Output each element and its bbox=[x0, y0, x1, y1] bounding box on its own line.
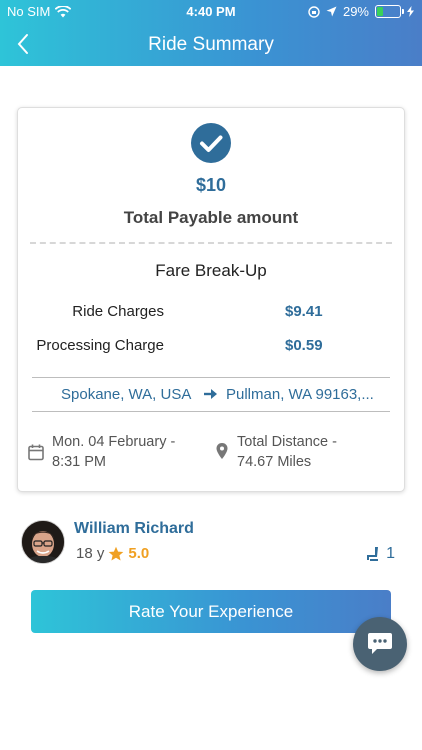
ride-summary-card: $10 Total Payable amount Fare Break-Up R… bbox=[17, 107, 405, 492]
seat-count: 1 bbox=[366, 545, 395, 563]
ride-date-line2: 8:31 PM bbox=[52, 454, 106, 470]
ride-date-line1: Mon. 04 February - bbox=[52, 434, 176, 450]
charging-bolt-icon bbox=[407, 6, 414, 17]
app-header: No SIM 4:40 PM 29% Ride Summary bbox=[0, 0, 422, 66]
rotation-lock-icon bbox=[308, 5, 320, 18]
ride-date: Mon. 04 February - 8:31 PM bbox=[52, 432, 175, 472]
driver-rating: 5.0 bbox=[128, 545, 150, 562]
fare-breakup-title: Fare Break-Up bbox=[155, 261, 267, 280]
battery-percent: 29% bbox=[342, 4, 369, 19]
total-distance-line2: 74.67 Miles bbox=[237, 454, 312, 470]
page-title: Ride Summary bbox=[148, 34, 274, 55]
total-amount: $10 bbox=[195, 175, 227, 195]
star-icon bbox=[109, 546, 124, 560]
chat-bubble-icon bbox=[368, 633, 392, 654]
route-to: Pullman, WA 99163,... bbox=[226, 386, 374, 403]
driver-name[interactable]: William Richard bbox=[74, 520, 194, 538]
chat-button[interactable] bbox=[353, 617, 407, 671]
fare-value: $9.41 bbox=[285, 303, 323, 320]
location-pin-icon bbox=[216, 443, 228, 459]
avatar-illustration bbox=[22, 521, 64, 563]
seat-icon bbox=[367, 547, 379, 561]
arrow-right-icon bbox=[204, 389, 217, 399]
total-payable-label: Total Payable amount bbox=[123, 208, 299, 227]
fare-row-ride-charges: Ride Charges $9.41 bbox=[18, 303, 404, 325]
fare-label: Ride Charges bbox=[72, 303, 164, 320]
fare-value: $0.59 bbox=[285, 337, 323, 354]
rate-experience-button[interactable]: Rate Your Experience bbox=[31, 590, 391, 633]
driver-age: 18 y bbox=[76, 545, 105, 562]
calendar-icon bbox=[28, 444, 44, 461]
driver-meta: 18 y 5.0 bbox=[76, 545, 149, 562]
route-row: Spokane, WA, USA Pullman, WA 99163,... bbox=[32, 377, 390, 412]
check-circle-icon bbox=[191, 123, 231, 163]
driver-avatar bbox=[21, 520, 65, 564]
seat-count-value: 1 bbox=[386, 545, 395, 562]
status-right: 29% bbox=[308, 4, 414, 19]
fare-label: Processing Charge bbox=[36, 337, 164, 354]
status-bar: No SIM 4:40 PM 29% bbox=[0, 0, 422, 22]
dashed-divider bbox=[30, 242, 392, 244]
battery-icon bbox=[375, 5, 404, 18]
fare-row-processing-charge: Processing Charge $0.59 bbox=[18, 337, 404, 359]
location-arrow-icon bbox=[326, 6, 337, 17]
total-distance-line1: Total Distance - bbox=[237, 434, 337, 450]
total-distance: Total Distance - 74.67 Miles bbox=[237, 432, 337, 472]
route-from: Spokane, WA, USA bbox=[61, 386, 192, 403]
battery-fill bbox=[377, 7, 383, 16]
